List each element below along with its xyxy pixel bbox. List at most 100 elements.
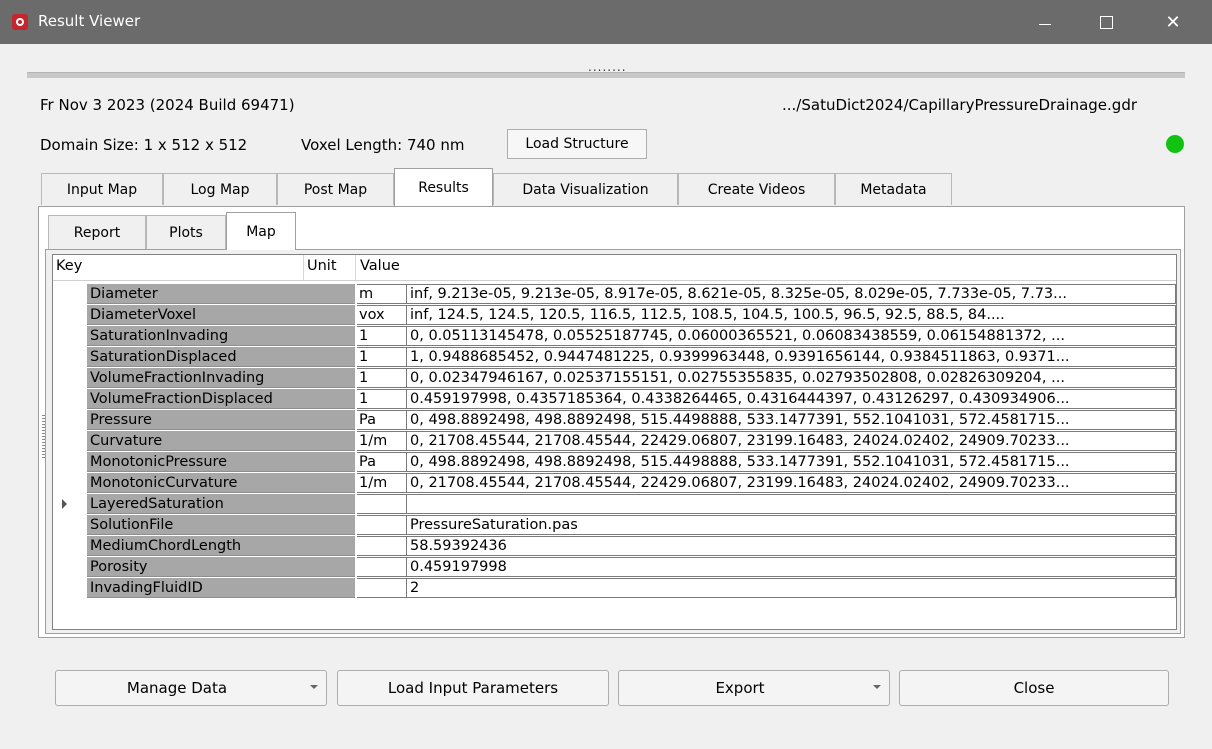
close-icon: ✕	[1165, 11, 1181, 33]
row-value: 0, 0.02347946167, 0.02537155151, 0.02755…	[407, 368, 1176, 388]
row-key: Curvature	[87, 431, 355, 451]
tab-data-visualization[interactable]: Data Visualization	[493, 173, 678, 205]
table-row[interactable]: DiameterVoxel vox inf, 124.5, 124.5, 120.5…	[53, 305, 1176, 326]
table-row[interactable]: MonotonicPressure Pa 0, 498.8892498, 498.8…	[53, 452, 1176, 473]
table-row[interactable]: Pressure Pa 0, 498.8892498, 498.8892498, 5…	[53, 410, 1176, 431]
row-key: VolumeFractionDisplaced	[87, 389, 355, 409]
table-row[interactable]: VolumeFractionDisplaced 1 0.459197998, 0.4…	[53, 389, 1176, 410]
row-unit: Pa	[357, 410, 407, 430]
row-unit: vox	[357, 305, 407, 325]
dropdown-arrow-icon	[310, 685, 318, 689]
subtab-plots[interactable]: Plots	[146, 215, 226, 249]
row-key: VolumeFractionInvading	[87, 368, 355, 388]
row-unit: 1/m	[357, 473, 407, 493]
column-divider	[355, 255, 356, 280]
row-key: SaturationDisplaced	[87, 347, 355, 367]
row-key: SaturationInvading	[87, 326, 355, 346]
tab-metadata[interactable]: Metadata	[835, 173, 952, 205]
app-logo-icon	[12, 14, 28, 30]
title-bar: Result Viewer ✕	[0, 0, 1212, 44]
row-value: 0, 21708.45544, 21708.45544, 22429.06807…	[407, 431, 1176, 451]
row-unit: 1	[357, 368, 407, 388]
table-row[interactable]: MediumChordLength 58.59392436	[53, 536, 1176, 557]
row-unit	[357, 515, 407, 535]
expand-arrow-icon[interactable]	[62, 499, 67, 509]
row-unit	[357, 578, 407, 598]
maximize-icon	[1099, 15, 1113, 29]
table-row[interactable]: SolutionFile PressureSaturation.pas	[53, 515, 1176, 536]
row-key: MonotonicCurvature	[87, 473, 355, 493]
minimize-icon	[1039, 23, 1051, 25]
column-header-unit[interactable]: Unit	[307, 258, 337, 274]
file-path-label: .../SatuDict2024/CapillaryPressureDraina…	[782, 96, 1138, 114]
row-key: Diameter	[87, 284, 355, 304]
row-key: MediumChordLength	[87, 536, 355, 556]
close-button[interactable]: Close	[899, 670, 1169, 706]
row-key: Pressure	[87, 410, 355, 430]
row-key: InvadingFluidID	[87, 578, 355, 598]
column-divider	[303, 255, 304, 280]
table-row[interactable]: SaturationInvading 1 0, 0.05113145478, 0.0…	[53, 326, 1176, 347]
row-value: 0, 21708.45544, 21708.45544, 22429.06807…	[407, 473, 1176, 493]
table-row[interactable]: MonotonicCurvature 1/m 0, 21708.45544, 217…	[53, 473, 1176, 494]
row-unit: 1	[357, 326, 407, 346]
row-value: 0, 498.8892498, 498.8892498, 515.4498888…	[407, 452, 1176, 472]
table-row[interactable]: InvadingFluidID 2	[53, 578, 1176, 599]
row-unit: m	[357, 284, 407, 304]
table-row[interactable]: Curvature 1/m 0, 21708.45544, 21708.45544,…	[53, 431, 1176, 452]
maximize-button[interactable]	[1083, 0, 1129, 44]
export-label: Export	[715, 679, 765, 697]
table-row[interactable]: Diameter m inf, 9.213e-05, 9.213e-05, 8.91…	[53, 284, 1176, 305]
manage-data-button[interactable]: Manage Data	[55, 670, 327, 706]
domain-size-label: Domain Size: 1 x 512 x 512	[40, 136, 248, 154]
row-key: MonotonicPressure	[87, 452, 355, 472]
subtab-report[interactable]: Report	[48, 215, 146, 249]
row-value: 0.459197998, 0.4357185364, 0.4338264465,…	[407, 389, 1176, 409]
row-value	[407, 494, 1176, 514]
tab-results[interactable]: Results	[394, 168, 493, 206]
row-value: 0, 498.8892498, 498.8892498, 515.4498888…	[407, 410, 1176, 430]
row-value: 2	[407, 578, 1176, 598]
subtab-map[interactable]: Map	[226, 212, 296, 250]
table-row[interactable]: LayeredSaturation	[53, 494, 1176, 515]
row-value: 58.59392436	[407, 536, 1176, 556]
row-value: 1, 0.9488685452, 0.9447481225, 0.9399963…	[407, 347, 1176, 367]
close-window-button[interactable]: ✕	[1150, 0, 1196, 44]
column-header-value[interactable]: Value	[360, 258, 400, 274]
load-structure-button[interactable]: Load Structure	[507, 129, 647, 159]
manage-data-label: Manage Data	[126, 679, 228, 697]
row-unit	[357, 557, 407, 577]
row-unit	[357, 494, 407, 514]
row-key: LayeredSaturation	[87, 494, 355, 514]
tab-post-map[interactable]: Post Map	[277, 173, 394, 205]
load-input-parameters-button[interactable]: Load Input Parameters	[337, 670, 609, 706]
date-build-label: Fr Nov 3 2023 (2024 Build 69471)	[40, 96, 295, 114]
splitter-handle[interactable]	[27, 72, 1185, 78]
minimize-button[interactable]	[1022, 0, 1068, 44]
row-unit	[357, 536, 407, 556]
tab-log-map[interactable]: Log Map	[163, 173, 277, 205]
export-button[interactable]: Export	[618, 670, 890, 706]
table-row[interactable]: VolumeFractionInvading 1 0, 0.02347946167,…	[53, 368, 1176, 389]
tab-create-videos[interactable]: Create Videos	[678, 173, 835, 205]
row-value: PressureSaturation.pas	[407, 515, 1176, 535]
column-header-key[interactable]: Key	[56, 258, 82, 274]
table-row[interactable]: SaturationDisplaced 1 1, 0.9488685452, 0.9…	[53, 347, 1176, 368]
row-key: SolutionFile	[87, 515, 355, 535]
table-row[interactable]: Porosity 0.459197998	[53, 557, 1176, 578]
row-value: inf, 9.213e-05, 9.213e-05, 8.917e-05, 8.…	[407, 284, 1176, 304]
row-value: 0, 0.05113145478, 0.05525187745, 0.06000…	[407, 326, 1176, 346]
row-value: 0.459197998	[407, 557, 1176, 577]
status-indicator	[1166, 135, 1184, 153]
row-unit: 1	[357, 389, 407, 409]
row-unit: Pa	[357, 452, 407, 472]
table-header: Key Unit Value	[53, 255, 1176, 281]
voxel-length-label: Voxel Length: 740 nm	[301, 136, 465, 154]
vertical-splitter-grip[interactable]	[42, 415, 45, 459]
row-key: Porosity	[87, 557, 355, 577]
window-title: Result Viewer	[38, 12, 141, 30]
row-unit: 1/m	[357, 431, 407, 451]
dropdown-arrow-icon	[873, 685, 881, 689]
tab-input-map[interactable]: Input Map	[41, 173, 163, 205]
row-unit: 1	[357, 347, 407, 367]
